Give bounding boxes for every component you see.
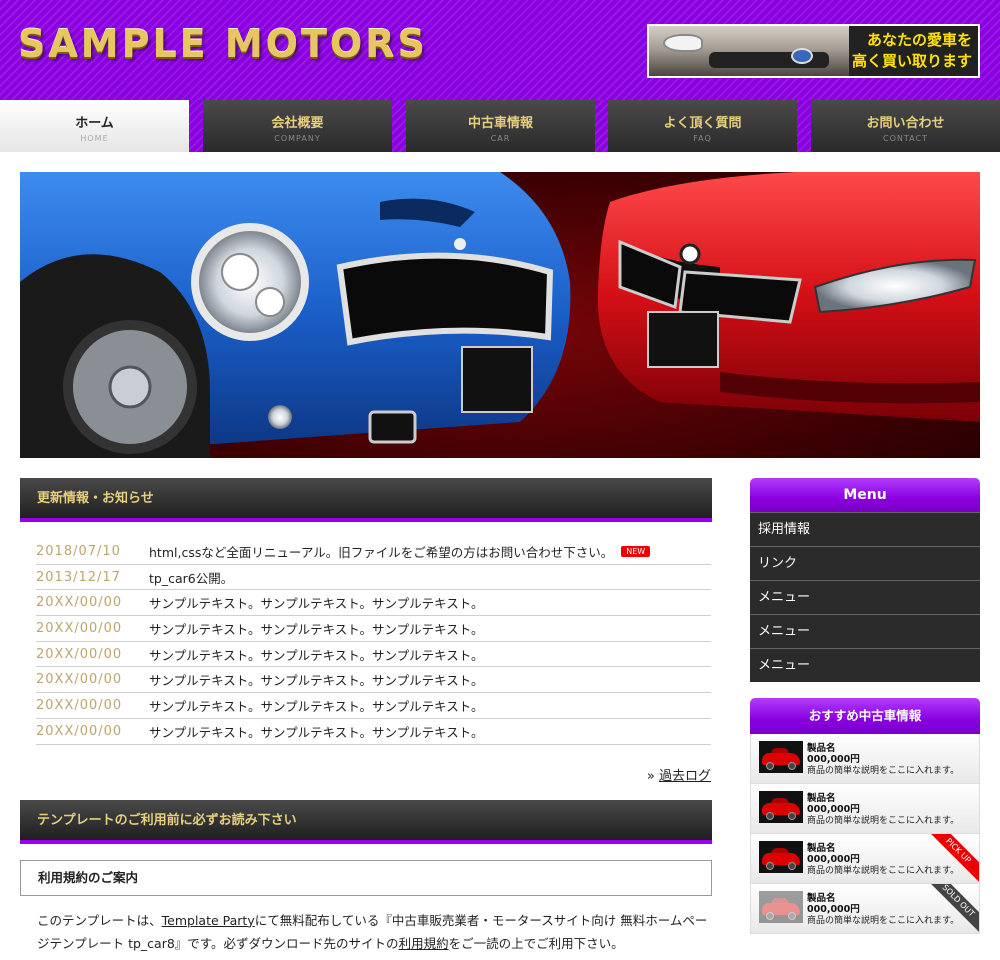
nav-label: ホーム bbox=[75, 116, 114, 131]
car-thumbnail bbox=[759, 741, 803, 773]
nav-home[interactable]: ホーム HOME bbox=[0, 100, 189, 152]
news-date: 20XX/00/00 bbox=[36, 646, 123, 662]
news-date: 20XX/00/00 bbox=[36, 672, 123, 688]
car-list-item[interactable]: 製品名 000,000円 商品の簡単な説明をここに入れます。 bbox=[750, 734, 980, 784]
car-description: 商品の簡単な説明をここに入れます。 bbox=[807, 916, 960, 926]
main-nav: ホーム HOME 会社概要 COMPANY 中古車情報 CAR よく頂く質問 F… bbox=[0, 100, 1000, 152]
sidebar-item-menu[interactable]: メニュー bbox=[750, 580, 980, 614]
news-text: html,cssなど全面リニューアル。旧ファイルをご希望の方はお問い合わせ下さい… bbox=[149, 544, 614, 560]
car-description: 商品の簡単な説明をここに入れます。 bbox=[807, 866, 960, 876]
news-text: サンプルテキスト。サンプルテキスト。サンプルテキスト。 bbox=[149, 724, 484, 740]
news-date: 20XX/00/00 bbox=[36, 697, 123, 713]
list-item: 20XX/00/00 サンプルテキスト。サンプルテキスト。サンプルテキスト。 bbox=[36, 719, 711, 745]
news-date: 20XX/00/00 bbox=[36, 723, 123, 739]
nav-contact[interactable]: お問い合わせ CONTACT bbox=[811, 100, 1000, 152]
banner-text: あなたの愛車を 高く買い取ります bbox=[852, 30, 972, 72]
sidebar: Menu 採用情報 リンク メニュー メニュー メニュー おすすめ中古車情報 製… bbox=[750, 478, 980, 934]
sidebar-item-recruit[interactable]: 採用情報 bbox=[750, 512, 980, 546]
nav-car[interactable]: 中古車情報 CAR bbox=[406, 100, 595, 152]
list-item: 20XX/00/00 サンプルテキスト。サンプルテキスト。サンプルテキスト。 bbox=[36, 590, 711, 617]
car-thumbnail bbox=[759, 841, 803, 873]
car-list-item[interactable]: 製品名 000,000円 商品の簡単な説明をここに入れます。 PICK UP bbox=[750, 834, 980, 884]
hero-image bbox=[20, 172, 980, 458]
nav-label: お問い合わせ bbox=[866, 116, 945, 131]
news-section-title: 更新情報・お知らせ bbox=[20, 478, 712, 522]
pickup-ribbon: PICK UP bbox=[922, 834, 979, 883]
template-notice-title: テンプレートのご利用前に必ずお読み下さい bbox=[20, 799, 712, 844]
news-date: 2018/07/10 bbox=[36, 543, 121, 559]
hero-cars-illustration bbox=[20, 172, 980, 458]
red-car bbox=[597, 172, 980, 422]
nav-label: 会社概要 bbox=[271, 116, 324, 131]
sidebar-menu-title: Menu bbox=[750, 478, 980, 512]
main-content: 更新情報・お知らせ 2018/07/10 html,cssなど全面リニューアル。… bbox=[20, 478, 712, 955]
nav-company[interactable]: 会社概要 COMPANY bbox=[203, 100, 392, 152]
banner-line-2: 高く買い取ります bbox=[851, 52, 972, 70]
news-text: サンプルテキスト。サンプルテキスト。サンプルテキスト。 bbox=[149, 596, 484, 612]
terms-heading: 利用規約のご案内 bbox=[20, 859, 712, 896]
news-text: tp_car6公開。 bbox=[149, 570, 234, 586]
template-party-link[interactable]: Template Party bbox=[162, 913, 255, 928]
nav-label: 中古車情報 bbox=[467, 116, 533, 131]
list-item: 20XX/00/00 サンプルテキスト。サンプルテキスト。サンプルテキスト。 bbox=[36, 616, 711, 642]
nav-sublabel: FAQ bbox=[693, 134, 712, 143]
news-list: 2018/07/10 html,cssなど全面リニューアル。旧ファイルをご希望の… bbox=[36, 539, 711, 745]
news-text: サンプルテキスト。サンプルテキスト。サンプルテキスト。 bbox=[149, 621, 484, 637]
car-description: 商品の簡単な説明をここに入れます。 bbox=[807, 766, 960, 776]
news-text: サンプルテキスト。サンプルテキスト。サンプルテキスト。 bbox=[149, 698, 484, 714]
sidebar-item-links[interactable]: リンク bbox=[750, 546, 980, 580]
intro-paragraph: このテンプレートは、Template Partyにて無料配布している『中古車販売… bbox=[20, 909, 712, 955]
car-thumbnail bbox=[759, 791, 803, 823]
recommended-cars-title: おすすめ中古車情報 bbox=[750, 698, 980, 734]
nav-sublabel: CAR bbox=[490, 134, 511, 143]
sidebar-item-menu[interactable]: メニュー bbox=[750, 614, 980, 648]
news-text: サンプルテキスト。サンプルテキスト。サンプルテキスト。 bbox=[149, 647, 484, 663]
blue-car bbox=[20, 172, 571, 458]
site-header: SAMPLE MOTORS あなたの愛車を 高く買い取ります bbox=[0, 0, 1000, 100]
past-log-arrow-icon: » bbox=[646, 768, 655, 784]
intro-text-3: をご一読の上でご利用下さい。 bbox=[448, 935, 624, 951]
nav-label: よく頂く質問 bbox=[663, 116, 742, 131]
news-date: 2013/12/17 bbox=[36, 569, 121, 585]
sidebar-item-menu[interactable]: メニュー bbox=[750, 648, 980, 682]
nav-sublabel: HOME bbox=[80, 134, 109, 143]
news-date: 20XX/00/00 bbox=[36, 595, 123, 611]
intro-text-1: このテンプレートは、 bbox=[37, 912, 162, 928]
site-logo[interactable]: SAMPLE MOTORS bbox=[18, 22, 428, 66]
banner-emblem-icon bbox=[791, 48, 813, 64]
banner-headlight bbox=[663, 34, 703, 52]
terms-link[interactable]: 利用規約 bbox=[399, 936, 449, 951]
list-item: 2013/12/17 tp_car6公開。 bbox=[36, 565, 711, 591]
banner-line-1: あなたの愛車を bbox=[866, 31, 972, 49]
car-list-item[interactable]: 製品名 000,000円 商品の簡単な説明をここに入れます。 SOLD OUT bbox=[750, 884, 980, 934]
car-list-item[interactable]: 製品名 000,000円 商品の簡単な説明をここに入れます。 bbox=[750, 784, 980, 834]
new-badge: NEW bbox=[621, 545, 651, 557]
list-item: 20XX/00/00 サンプルテキスト。サンプルテキスト。サンプルテキスト。 bbox=[36, 667, 711, 694]
past-log-row: » 過去ログ bbox=[36, 765, 711, 784]
car-thumbnail bbox=[759, 891, 803, 923]
nav-sublabel: COMPANY bbox=[274, 134, 321, 143]
car-description: 商品の簡単な説明をここに入れます。 bbox=[807, 816, 960, 826]
recommended-cars: おすすめ中古車情報 製品名 000,000円 商品の簡単な説明をここに入れます。… bbox=[750, 698, 980, 934]
banner-car-image bbox=[649, 26, 849, 76]
list-item: 20XX/00/00 サンプルテキスト。サンプルテキスト。サンプルテキスト。 bbox=[36, 642, 711, 668]
nav-faq[interactable]: よく頂く質問 FAQ bbox=[608, 100, 797, 152]
news-text: サンプルテキスト。サンプルテキスト。サンプルテキスト。 bbox=[149, 673, 484, 689]
list-item: 2018/07/10 html,cssなど全面リニューアル。旧ファイルをご希望の… bbox=[36, 539, 711, 565]
nav-sublabel: CONTACT bbox=[883, 134, 928, 143]
news-date: 20XX/00/00 bbox=[36, 620, 123, 636]
buyback-banner[interactable]: あなたの愛車を 高く買い取ります bbox=[647, 24, 980, 78]
list-item: 20XX/00/00 サンプルテキスト。サンプルテキスト。サンプルテキスト。 bbox=[36, 693, 711, 719]
past-log-link[interactable]: 過去ログ bbox=[659, 769, 711, 784]
soldout-ribbon: SOLD OUT bbox=[922, 884, 979, 933]
